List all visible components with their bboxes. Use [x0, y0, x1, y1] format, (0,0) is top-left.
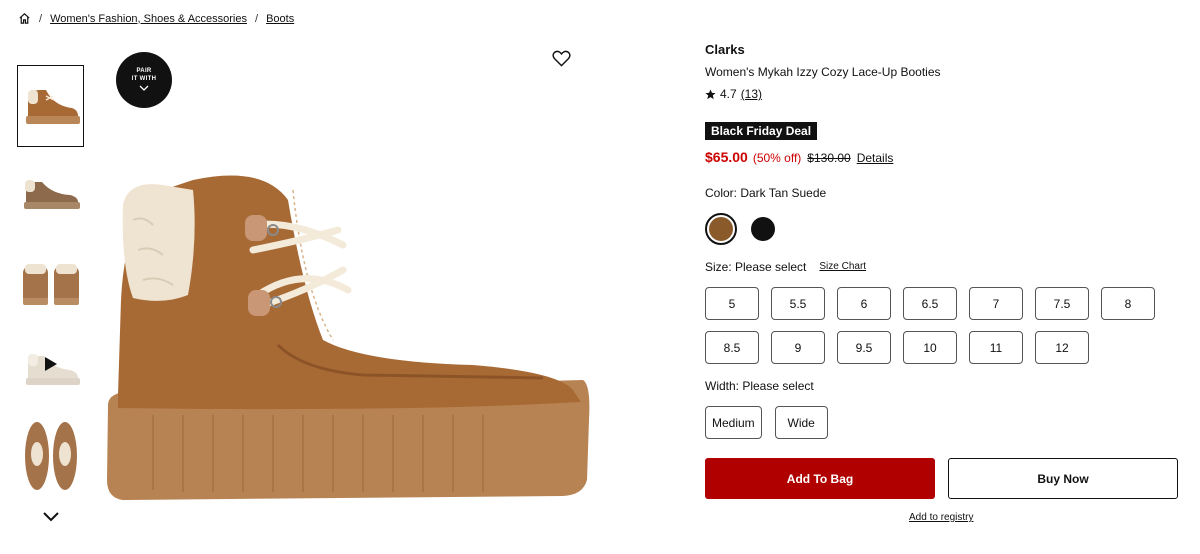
boot-image — [25, 90, 80, 124]
width-label: Width: Please select — [705, 379, 814, 393]
size-option[interactable]: 8.5 — [705, 331, 759, 364]
size-option[interactable]: 11 — [969, 331, 1023, 364]
play-icon — [45, 357, 57, 371]
breadcrumb-separator: / — [39, 12, 43, 25]
swatch-fill — [751, 217, 775, 241]
home-icon[interactable] — [18, 12, 31, 25]
size-option[interactable]: 6 — [837, 287, 891, 320]
swatch-fill — [709, 217, 733, 241]
boot-image — [23, 180, 80, 209]
price-details-link[interactable]: Details — [857, 151, 894, 165]
size-option[interactable]: 9.5 — [837, 331, 891, 364]
discount-percent: (50% off) — [752, 151, 802, 165]
color-swatch-black[interactable] — [747, 213, 779, 245]
buy-now-button[interactable]: Buy Now — [948, 458, 1178, 499]
width-option-medium[interactable]: Medium — [705, 406, 762, 439]
size-option[interactable]: 5 — [705, 287, 759, 320]
thumbnail-boot-side[interactable] — [17, 65, 84, 147]
size-option[interactable]: 6.5 — [903, 287, 957, 320]
star-icon — [705, 88, 716, 99]
size-option[interactable]: 7.5 — [1035, 287, 1089, 320]
pair-badge-line2: IT WITH — [131, 76, 157, 82]
size-chart-link[interactable]: Size Chart — [819, 261, 866, 274]
size-option[interactable]: 9 — [771, 331, 825, 364]
color-label: Color: Dark Tan Suede — [705, 186, 827, 200]
review-count-link[interactable]: (13) — [741, 87, 762, 101]
product-title: Women's Mykah Izzy Cozy Lace-Up Booties — [705, 65, 941, 79]
boot-image — [24, 422, 77, 490]
width-options: Medium Wide — [705, 406, 841, 439]
thumbnail-boot-pair-top[interactable] — [17, 417, 84, 499]
rating-value: 4.7 — [720, 87, 737, 101]
product-rating[interactable]: 4.7 (13) — [705, 87, 762, 101]
thumbnail-boot-side-2[interactable] — [17, 153, 84, 235]
heart-icon[interactable] — [552, 50, 571, 67]
size-label: Size: Please select — [705, 260, 807, 274]
breadcrumb-link-womens[interactable]: Women's Fashion, Shoes & Accessories — [50, 13, 247, 25]
color-swatch-dark-tan[interactable] — [705, 213, 737, 245]
thumbnail-boot-pair-front[interactable] — [17, 241, 84, 323]
size-label-row: Size: Please select Size Chart — [705, 260, 866, 274]
deal-badge: Black Friday Deal — [705, 122, 818, 140]
breadcrumb: / Women's Fashion, Shoes & Accessories /… — [18, 12, 294, 25]
thumbnail-boot-video[interactable] — [17, 329, 84, 411]
size-option[interactable]: 12 — [1035, 331, 1089, 364]
add-to-registry-link[interactable]: Add to registry — [909, 512, 973, 523]
add-to-bag-button[interactable]: Add To Bag — [705, 458, 935, 499]
breadcrumb-link-boots[interactable]: Boots — [266, 13, 294, 25]
original-price: $130.00 — [807, 151, 851, 165]
pair-it-with-button[interactable]: PAIR IT WITH — [116, 52, 172, 108]
product-brand[interactable]: Clarks — [705, 42, 745, 57]
pair-badge-line1: PAIR — [136, 68, 152, 74]
size-options: 5 5.5 6 6.5 7 7.5 8 8.5 9 9.5 10 11 12 — [705, 287, 1175, 375]
price-row: $65.00 (50% off) $130.00 Details — [705, 149, 893, 165]
sale-price: $65.00 — [705, 149, 748, 165]
boot-image — [22, 264, 79, 305]
chevron-down-icon[interactable] — [42, 509, 60, 523]
chevron-down-icon — [139, 85, 149, 91]
size-option[interactable]: 10 — [903, 331, 957, 364]
thumbnail-list — [17, 65, 84, 505]
width-option-wide[interactable]: Wide — [774, 406, 828, 439]
size-option[interactable]: 5.5 — [771, 287, 825, 320]
breadcrumb-separator: / — [255, 12, 259, 25]
size-option[interactable]: 8 — [1101, 287, 1155, 320]
product-main-image — [103, 175, 593, 545]
size-option[interactable]: 7 — [969, 287, 1023, 320]
color-swatches — [705, 213, 789, 245]
